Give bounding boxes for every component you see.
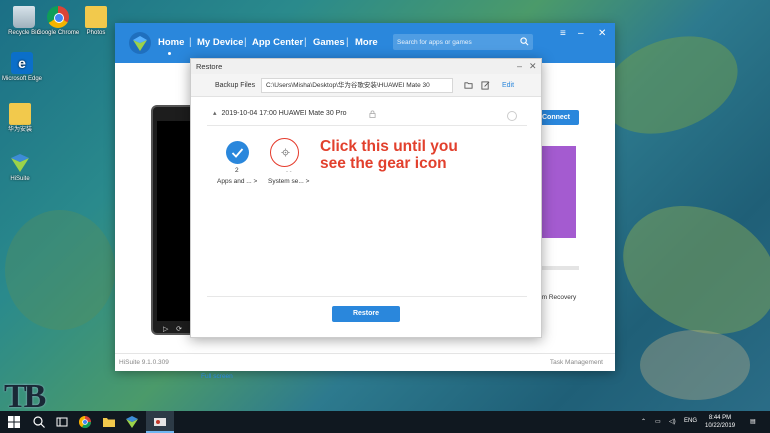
system-settings-item-label[interactable]: System se... > [268, 178, 309, 185]
hisuite-logo-icon [128, 31, 152, 55]
desktop-icon-edge[interactable]: e Microsoft Edge [0, 52, 44, 83]
desktop-icon-photos[interactable]: Photos [74, 6, 118, 37]
desktop-icon-label: Microsoft Edge [1, 76, 43, 82]
desktop-icon-label: Photos [86, 30, 106, 36]
hisuite-topbar: Home | My Device | App Center | Games | … [115, 23, 615, 63]
apps-count: 2 [235, 167, 239, 174]
nav-games[interactable]: Games [313, 37, 345, 48]
checkmark-icon [231, 148, 244, 158]
tutorial-annotation: Click this until you see the gear icon [320, 138, 458, 172]
dialog-title: Restore [196, 62, 223, 71]
windows-start-icon[interactable] [8, 416, 20, 428]
backup-files-row: Backup Files C:\Users\Misha\Desktop\华为谷歌… [191, 74, 541, 97]
restore-button[interactable]: Restore [332, 306, 400, 322]
annotation-line-1: Click this until you [320, 138, 458, 155]
nav-app-center[interactable]: App Center [252, 37, 303, 48]
tray-chevron-icon[interactable]: ⌃ [641, 418, 646, 425]
backup-entry[interactable]: ▴ 2019-10-04 17:00 HUAWEI Mate 30 Pro [213, 109, 347, 117]
chrome-icon [47, 6, 69, 28]
search-icon[interactable] [520, 37, 529, 46]
folder-icon[interactable] [464, 81, 473, 90]
full-screen-link[interactable]: Full screen [201, 373, 233, 380]
restore-dialog: Restore – ✕ Backup Files C:\Users\Misha\… [190, 58, 542, 338]
divider [207, 125, 527, 126]
desktop-icon-label: HiSuite [10, 176, 30, 182]
system-indicator: - - [286, 169, 292, 175]
annotation-line-2: see the gear icon [320, 155, 447, 172]
divider [207, 296, 527, 297]
progress-bar [540, 266, 579, 270]
apps-item-label[interactable]: Apps and ... > [217, 178, 257, 185]
menu-icon[interactable]: ≡ [560, 28, 566, 39]
desktop-terrain [640, 330, 750, 400]
play-icon[interactable]: ▷ ⟳ [163, 325, 182, 333]
taskbar-active-app[interactable] [146, 411, 174, 433]
recycle-bin-icon [13, 6, 35, 28]
hisuite-taskbar-icon[interactable] [125, 415, 139, 429]
taskbar: ⌃ ▭ ◁) ENG 8:44 PM 10/22/2019 ▤ [0, 411, 770, 433]
network-icon[interactable]: ▭ [655, 418, 661, 425]
clock-date: 10/22/2019 [705, 423, 736, 429]
system-recovery-link[interactable]: em Recovery [538, 294, 576, 301]
backup-entry-label: 2019-10-04 17:00 HUAWEI Mate 30 Pro [221, 110, 347, 117]
gear-icon[interactable] [281, 148, 290, 157]
task-management-link[interactable]: Task Management [550, 359, 603, 366]
notification-icon[interactable]: ▤ [750, 418, 756, 425]
nav-my-device[interactable]: My Device [197, 37, 243, 48]
nav-active-dot [168, 52, 171, 55]
lock-icon [369, 110, 376, 118]
search-box [393, 34, 533, 50]
close-icon[interactable]: ✕ [529, 59, 537, 74]
volume-icon[interactable]: ◁) [669, 418, 676, 425]
language-indicator[interactable]: ENG [684, 418, 697, 424]
search-icon[interactable] [32, 415, 46, 429]
snipping-tool-icon [154, 418, 166, 426]
select-radio[interactable] [507, 111, 517, 121]
nav-home[interactable]: Home [158, 37, 184, 48]
nav-more[interactable]: More [355, 37, 378, 48]
apps-checkbox[interactable] [226, 141, 249, 164]
dialog-titlebar: Restore – ✕ [191, 59, 541, 74]
desktop-icon-hisuite[interactable]: HiSuite [0, 152, 42, 183]
nav-separator: | [244, 37, 247, 48]
folder-icon [85, 6, 107, 28]
minimize-icon[interactable]: – [578, 28, 584, 39]
edge-icon: e [11, 52, 33, 74]
folder-icon [9, 103, 31, 125]
desktop-icon-folder[interactable]: 华为安装 [0, 103, 42, 134]
backup-path-field[interactable]: C:\Users\Misha\Desktop\华为谷歌安装\HUAWEI Mat… [261, 78, 453, 93]
nav-separator: | [189, 37, 192, 48]
nav-separator: | [346, 37, 349, 48]
status-bar: HiSuite 9.1.0.309 Task Management [115, 353, 615, 371]
clock[interactable]: 8:44 PM 10/22/2019 [705, 414, 735, 430]
minimize-icon[interactable]: – [517, 59, 522, 74]
hisuite-icon [9, 152, 31, 174]
chrome-icon[interactable] [78, 415, 92, 429]
collapse-caret-icon[interactable]: ▴ [213, 109, 217, 117]
nav-separator: | [304, 37, 307, 48]
desktop-icon-label: 华为安装 [7, 127, 32, 133]
desktop-icon-label: Google Chrome [36, 30, 80, 36]
edit-link[interactable]: Edit [502, 82, 514, 89]
edit-icon[interactable] [481, 81, 490, 90]
desktop-terrain [5, 210, 115, 330]
search-input[interactable] [393, 34, 513, 50]
close-icon[interactable]: ✕ [598, 28, 606, 39]
task-view-icon[interactable] [55, 415, 69, 429]
promo-banner [540, 146, 576, 238]
file-explorer-icon[interactable] [102, 415, 116, 429]
clock-time: 8:44 PM [708, 415, 732, 421]
backup-files-label: Backup Files [215, 82, 256, 89]
version-label: HiSuite 9.1.0.309 [119, 359, 169, 366]
